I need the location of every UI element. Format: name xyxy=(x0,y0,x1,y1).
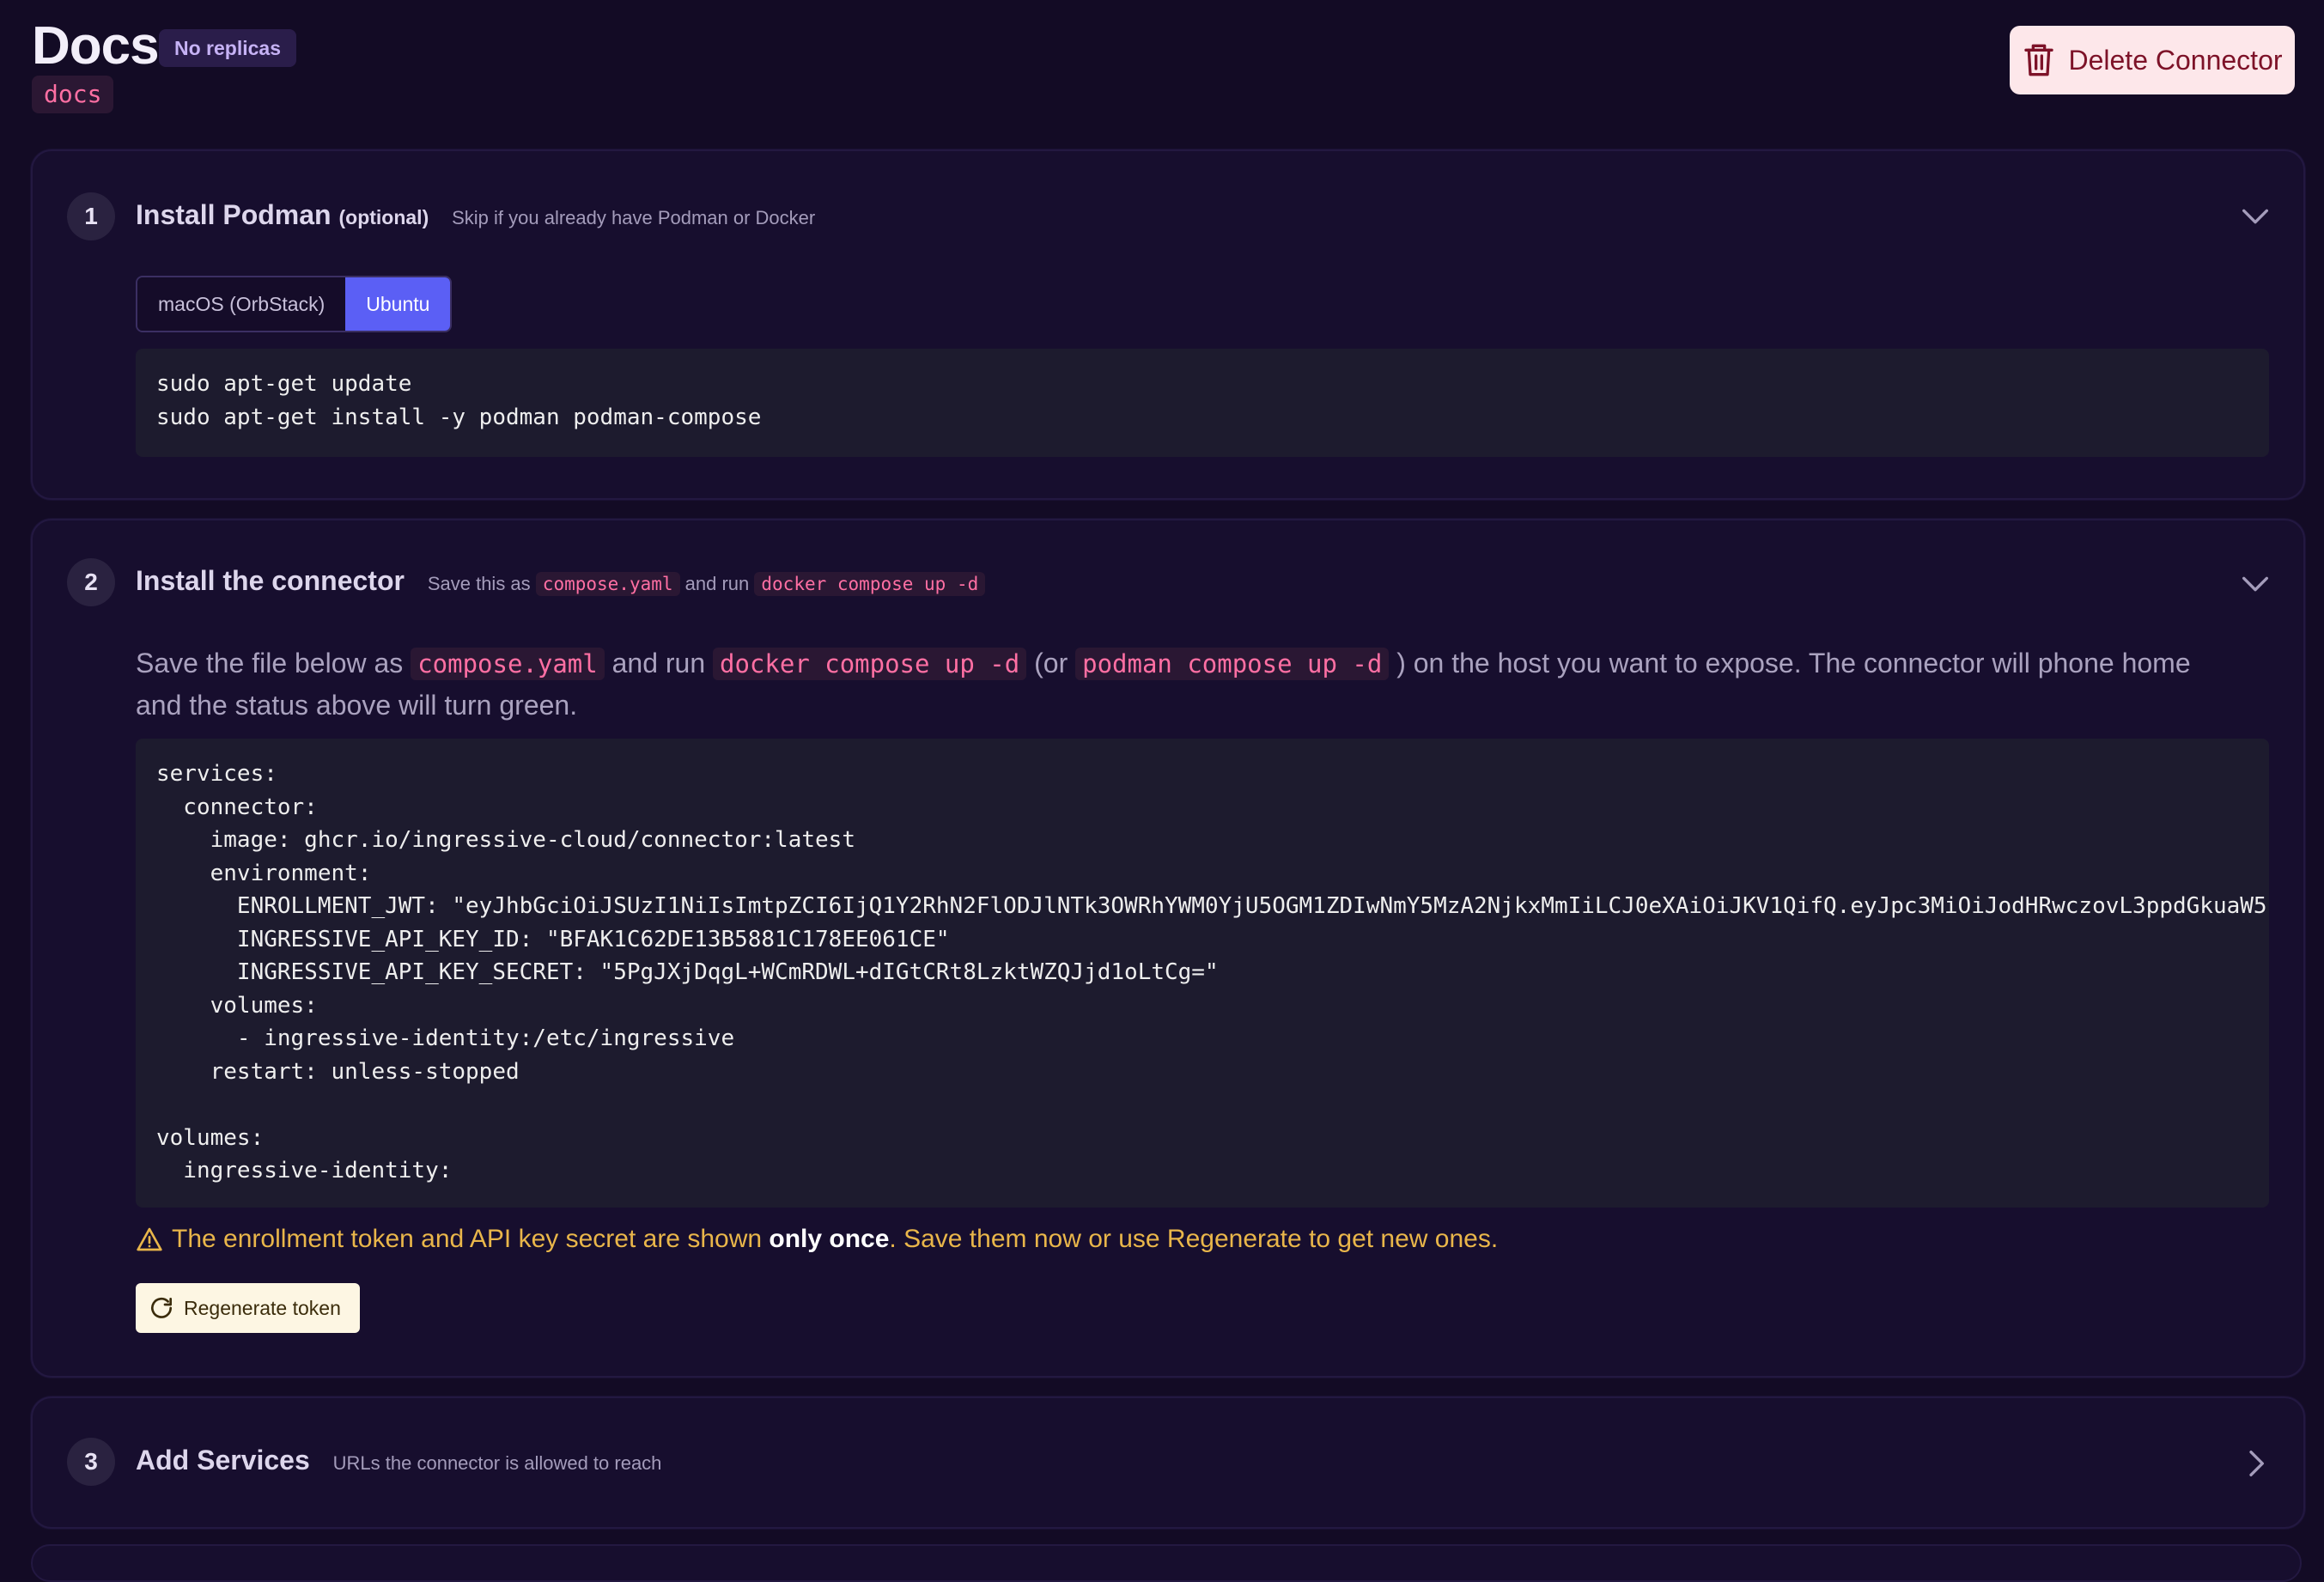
regenerate-token-label: Regenerate token xyxy=(184,1296,341,1319)
chevron-right-icon[interactable] xyxy=(2238,1446,2272,1481)
next-step-card-edge xyxy=(31,1544,2302,1582)
step-card-add-services[interactable]: 3 Add Services URLs the connector is all… xyxy=(31,1396,2305,1529)
step-title-text: Add Services xyxy=(136,1445,310,1476)
step-card-install-connector: 2 Install the connector Save this as com… xyxy=(31,519,2305,1378)
instruction-text-2: and run xyxy=(611,648,706,678)
step-subtitle: Save this as compose.yaml and run docker… xyxy=(427,572,986,596)
subtitle-text-2: and run xyxy=(684,573,750,594)
install-instructions: Save the file below as compose.yaml and … xyxy=(136,642,2218,726)
warning-text-2: . Save them now or use Regenerate to get… xyxy=(889,1225,1499,1253)
warning-triangle-icon xyxy=(137,1227,162,1251)
step-subtitle: URLs the connector is allowed to reach xyxy=(332,1452,662,1474)
refresh-icon xyxy=(151,1297,172,1318)
install-command-codeblock[interactable]: sudo apt-get update sudo apt-get install… xyxy=(136,349,2269,457)
page-header: Docs No replicas docs Delete Connector xyxy=(32,12,2295,115)
step-subtitle: Skip if you already have Podman or Docke… xyxy=(452,207,816,228)
step-title-text: Install the connector xyxy=(136,565,405,596)
trash-icon xyxy=(2024,44,2054,76)
tab-ubuntu[interactable]: Ubuntu xyxy=(345,277,451,331)
step-title-text: Install Podman xyxy=(136,199,332,230)
os-tabs: macOS (OrbStack) Ubuntu xyxy=(136,276,453,332)
step-title: Add Services URLs the connector is allow… xyxy=(136,1445,661,1476)
subtitle-text-1: Save this as xyxy=(427,573,531,594)
instruction-code-filename: compose.yaml xyxy=(411,648,605,680)
tab-macos[interactable]: macOS (OrbStack) xyxy=(137,277,346,331)
connector-slug: docs xyxy=(32,76,114,113)
step-title: Install the connector Save this as compo… xyxy=(136,565,986,597)
subtitle-code-filename: compose.yaml xyxy=(535,572,680,596)
regenerate-token-button[interactable]: Regenerate token xyxy=(136,1283,360,1333)
step-card-install-podman: 1 Install Podman (optional) Skip if you … xyxy=(31,149,2305,500)
page-title: Docs xyxy=(32,16,160,76)
instruction-text-3: (or xyxy=(1034,648,1068,678)
delete-connector-label: Delete Connector xyxy=(2068,44,2283,76)
secret-warning: The enrollment token and API key secret … xyxy=(136,1225,1498,1254)
instruction-text-1: Save the file below as xyxy=(136,648,404,678)
chevron-down-icon[interactable] xyxy=(2238,199,2272,234)
replica-status-badge: No replicas xyxy=(159,29,296,67)
instruction-code-docker: docker compose up -d xyxy=(713,648,1027,680)
chevron-down-icon[interactable] xyxy=(2238,567,2272,601)
instruction-code-podman: podman compose up -d xyxy=(1075,648,1390,680)
step-number: 2 xyxy=(67,558,115,606)
subtitle-code-command: docker compose up -d xyxy=(754,572,986,596)
warning-emphasis: only once xyxy=(769,1225,890,1253)
warning-text-1: The enrollment token and API key secret … xyxy=(172,1225,763,1253)
step-title: Install Podman (optional) Skip if you al… xyxy=(136,199,815,231)
compose-yaml-codeblock[interactable]: services: connector: image: ghcr.io/ingr… xyxy=(136,739,2269,1208)
step-title-suffix: (optional) xyxy=(338,206,429,228)
delete-connector-button[interactable]: Delete Connector xyxy=(2010,26,2295,94)
step-number: 3 xyxy=(67,1438,115,1486)
step-number: 1 xyxy=(67,192,115,240)
